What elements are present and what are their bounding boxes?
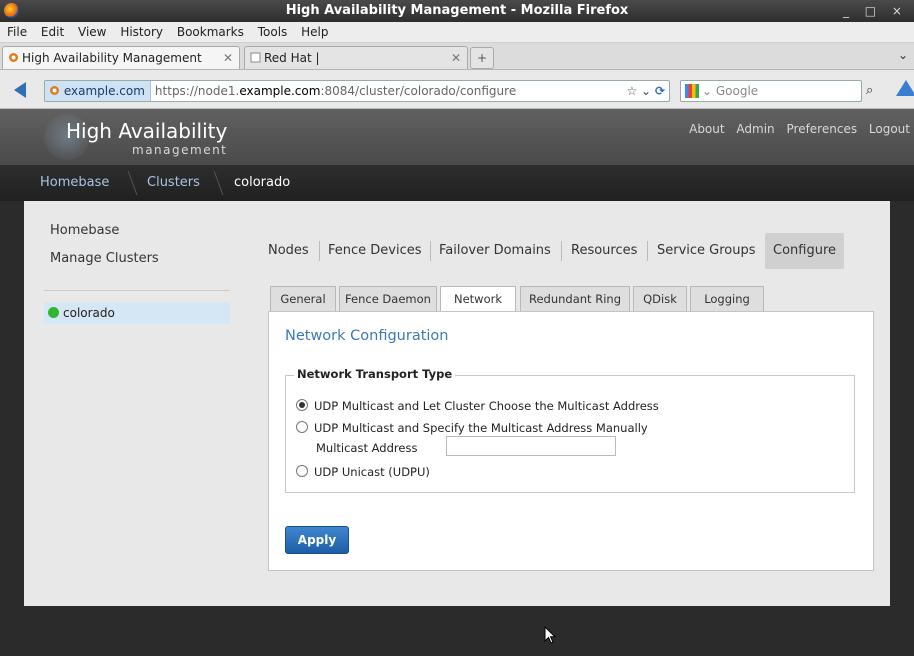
sidebar-divider	[44, 290, 230, 291]
tab-service-groups[interactable]: Service Groups	[657, 233, 756, 269]
nav-bar: example.com https://node1.example.com:80…	[0, 70, 914, 109]
breadcrumb-current: colorado	[234, 175, 291, 190]
new-tab-button[interactable]: +	[470, 47, 494, 69]
breadcrumb-homebase[interactable]: Homebase	[40, 165, 109, 201]
tab-separator	[647, 241, 648, 261]
browser-tab-redhat[interactable]: Red Hat | ✕	[244, 46, 468, 69]
option-label: UDP Multicast and Specify the Multicast …	[314, 421, 648, 435]
identity-domain: example.com	[63, 84, 145, 98]
subtab-fence-daemon[interactable]: Fence Daemon	[339, 286, 437, 311]
menu-edit[interactable]: Edit	[41, 25, 64, 39]
menu-bar: File Edit View History Bookmarks Tools H…	[0, 22, 914, 43]
google-logo-icon[interactable]	[685, 84, 699, 98]
url-prefix: https://node1.	[154, 84, 240, 98]
url-text: https://node1.example.com:8084/cluster/c…	[155, 84, 516, 98]
search-bar[interactable]: ⌄ Google	[680, 80, 862, 102]
logout-link[interactable]: Logout	[869, 122, 910, 136]
option-label: UDP Unicast (UDPU)	[314, 465, 430, 479]
main-content: Homebase Manage Clusters colorado Nodes …	[24, 201, 890, 606]
sidebar-item-manage-clusters[interactable]: Manage Clusters	[50, 251, 159, 266]
subtab-network[interactable]: Network	[440, 286, 516, 313]
window-controls[interactable]: _ □ ×	[843, 0, 908, 22]
tab-resources[interactable]: Resources	[571, 233, 637, 269]
tab-separator	[319, 241, 320, 261]
tab-label: Red Hat |	[264, 51, 320, 65]
breadcrumb-clusters[interactable]: Clusters	[147, 165, 200, 201]
cluster-name: colorado	[63, 306, 115, 320]
url-suffix: :8084/cluster/colorado/configure	[320, 84, 517, 98]
tab-failover-domains[interactable]: Failover Domains	[439, 233, 551, 269]
option-multicast-manual[interactable]: UDP Multicast and Specify the Multicast …	[296, 421, 648, 435]
toolbar-extra-icon[interactable]	[896, 80, 914, 96]
transport-type-fieldset: Network Transport Type UDP Multicast and…	[285, 367, 855, 493]
app-logo-subtitle: management	[132, 143, 228, 157]
menu-help[interactable]: Help	[301, 25, 328, 39]
tab-separator	[430, 241, 431, 261]
browser-tab-ha[interactable]: High Availability Management ✕	[2, 46, 240, 69]
binoculars-icon[interactable]: ⌕	[866, 83, 873, 98]
multicast-address-label: Multicast Address	[316, 441, 418, 455]
fieldset-legend: Network Transport Type	[294, 367, 456, 381]
mouse-cursor-icon	[544, 626, 557, 644]
window-titlebar: High Availability Management - Mozilla F…	[0, 0, 914, 22]
apply-button[interactable]: Apply	[285, 526, 349, 554]
panel-title: Network Configuration	[285, 328, 449, 344]
menu-bookmarks[interactable]: Bookmarks	[177, 25, 244, 39]
network-config-panel: Network Configuration Network Transport …	[268, 311, 874, 571]
close-tab-icon[interactable]: ✕	[451, 47, 461, 69]
page-icon	[250, 48, 261, 63]
tab-fence-devices[interactable]: Fence Devices	[328, 233, 422, 269]
preferences-link[interactable]: Preferences	[787, 122, 858, 136]
url-host: example.com	[239, 84, 321, 98]
tab-configure[interactable]: Configure	[765, 233, 845, 269]
breadcrumb-separator	[197, 171, 224, 195]
radio-multicast-auto[interactable]	[296, 399, 308, 411]
url-bar[interactable]: example.com https://node1.example.com:80…	[44, 80, 670, 102]
menu-history[interactable]: History	[120, 25, 163, 39]
back-arrow-icon[interactable]	[14, 82, 26, 98]
subtab-general[interactable]: General	[270, 286, 336, 311]
close-tab-icon[interactable]: ✕	[223, 47, 233, 69]
option-label: UDP Multicast and Let Cluster Choose the…	[314, 399, 659, 413]
url-bar-icons[interactable]: ☆ ⌄ ⟳	[626, 81, 665, 101]
menu-tools[interactable]: Tools	[258, 25, 288, 39]
sidebar-cluster-colorado[interactable]: colorado	[44, 302, 230, 324]
option-multicast-auto[interactable]: UDP Multicast and Let Cluster Choose the…	[296, 399, 659, 413]
about-link[interactable]: About	[689, 122, 724, 136]
app-header: High Availability management About Admin…	[0, 109, 914, 165]
sidebar-item-homebase[interactable]: Homebase	[50, 223, 119, 238]
option-udpu[interactable]: UDP Unicast (UDPU)	[296, 465, 430, 479]
window-title: High Availability Management - Mozilla F…	[285, 3, 629, 18]
tab-label: High Availability Management	[22, 51, 202, 65]
subtab-redundant-ring[interactable]: Redundant Ring	[520, 286, 630, 311]
header-links: About Admin Preferences Logout	[681, 122, 910, 136]
app-logo-title: High Availability	[66, 119, 228, 143]
multicast-address-input[interactable]	[446, 436, 616, 456]
subtab-logging[interactable]: Logging	[690, 286, 764, 311]
reload-icon[interactable]: ⟳	[655, 84, 665, 98]
menu-file[interactable]: File	[7, 25, 27, 39]
search-placeholder: Google	[715, 84, 759, 98]
gear-icon	[8, 48, 19, 62]
radio-udpu[interactable]	[296, 465, 308, 477]
admin-link[interactable]: Admin	[736, 122, 774, 136]
breadcrumb-separator	[111, 171, 138, 195]
firefox-icon	[4, 3, 19, 18]
subtab-qdisk[interactable]: QDisk	[633, 286, 687, 311]
tab-separator	[561, 241, 562, 261]
tab-nodes[interactable]: Nodes	[268, 233, 309, 269]
breadcrumb: Homebase Clusters colorado	[0, 165, 914, 201]
status-ok-icon	[48, 307, 59, 318]
site-gear-icon	[50, 86, 59, 95]
tab-list-chevron-icon[interactable]: ⌄	[898, 48, 908, 62]
site-identity[interactable]: example.com	[45, 81, 151, 101]
tab-strip: High Availability Management ✕ Red Hat |…	[0, 43, 914, 70]
menu-view[interactable]: View	[78, 25, 106, 39]
radio-multicast-manual[interactable]	[296, 421, 308, 433]
